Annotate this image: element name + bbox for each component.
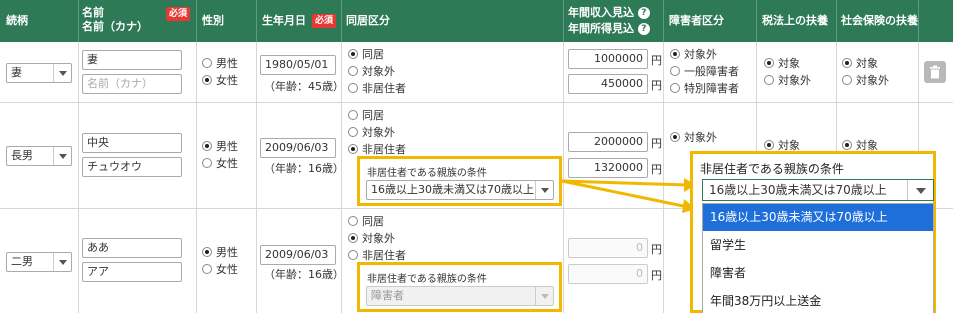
gender-female-radio[interactable]: 女性 [202,157,238,170]
condition-label: 非居住者である親族の条件 [367,168,487,179]
insurance-not-applicable-radio[interactable]: 対象外 [842,74,889,87]
condition-dropdown-popup: 非居住者である親族の条件 16歳以上30歳未満又は70歳以上 16歳以上30歳未… [690,151,936,313]
not-applicable-radio[interactable]: 対象外 [348,126,395,139]
age-text: （年齢：16歳） [264,268,344,281]
condition-select[interactable]: 16歳以上30歳未満又は70歳以上 [366,180,554,200]
earned-income-input[interactable]: 0 [568,264,648,284]
header-birthdate: 生年月日 [262,14,306,27]
name-input[interactable]: ああ [82,238,182,258]
condition-highlight: 非居住者である親族の条件 16歳以上30歳未満又は70歳以上 [357,156,562,206]
gender-male-radio[interactable]: 男性 [202,140,238,153]
annual-income-input[interactable]: 2000000 [568,132,648,152]
yen-unit: 円 [651,243,662,256]
not-applicable-radio[interactable]: 対象外 [348,65,395,78]
connector-arrows [561,178,696,213]
gender-female-radio[interactable]: 女性 [202,263,238,276]
popup-title: 非居住者である親族の条件 [700,162,844,176]
annual-income-input[interactable]: 1000000 [568,49,648,69]
birthdate-input[interactable]: 2009/06/03 [260,245,336,265]
trash-icon [930,65,940,79]
chevron-down-icon [907,180,933,200]
header-name-kana: 名前（カナ） [82,20,148,33]
nonresident-radio[interactable]: 非居住者 [348,82,406,95]
birthdate-input[interactable]: 2009/06/03 [260,138,336,158]
disability-special-radio[interactable]: 特別障害者 [670,82,739,95]
required-badge: 必須 [312,13,337,28]
name-input[interactable]: 中央 [82,133,182,153]
disability-general-radio[interactable]: 一般障害者 [670,65,739,78]
disability-none-radio[interactable]: 対象外 [670,131,717,144]
chevron-down-icon [53,253,71,271]
relation-select[interactable]: 二男 [6,252,72,272]
yen-unit: 円 [651,269,662,282]
disability-none-radio[interactable]: 対象外 [670,48,717,61]
question-icon[interactable]: ? [637,23,650,35]
gender-male-radio[interactable]: 男性 [202,57,238,70]
condition-highlight: 非居住者である親族の条件 障害者 [357,262,562,312]
condition-label: 非居住者である親族の条件 [367,274,487,285]
header-disability: 障害者区分 [669,14,724,27]
delete-button[interactable] [924,61,946,83]
nonresident-radio[interactable]: 非居住者 [348,143,406,156]
chevron-down-icon [535,287,553,305]
not-applicable-radio[interactable]: 対象外 [348,232,395,245]
relation-select[interactable]: 長男 [6,146,72,166]
relation-select[interactable]: 妻 [6,63,72,83]
name-input[interactable]: 妻 [82,50,182,70]
cohabit-radio[interactable]: 同居 [348,215,384,228]
dropdown-option[interactable]: 障害者 [703,260,933,287]
chevron-down-icon [53,64,71,82]
chevron-down-icon [535,181,553,199]
dropdown-options: 16歳以上30歳未満又は70歳以上 留学生 障害者 年間38万円以上送金 [702,203,934,313]
header-cohabitation: 同居区分 [346,14,390,27]
birthdate-input[interactable]: 1980/05/01 [260,55,336,75]
kana-input[interactable]: 名前（カナ） [82,74,182,94]
kana-input[interactable]: アア [82,262,182,282]
tax-applicable-radio[interactable]: 対象 [764,57,800,70]
header-insurance-dependent: 社会保険の扶養 [841,14,918,27]
table-header: 続柄 名前 名前（カナ） 必須 性別 生年月日 必須 同居区分 年間収入見込 ?… [0,0,953,42]
condition-select[interactable]: 障害者 [366,286,554,306]
cohabit-radio[interactable]: 同居 [348,109,384,122]
kana-input[interactable]: チュウオウ [82,157,182,177]
yen-unit: 円 [651,79,662,92]
earned-income-input[interactable]: 450000 [568,74,648,94]
tax-not-applicable-radio[interactable]: 対象外 [764,74,811,87]
popup-select[interactable]: 16歳以上30歳未満又は70歳以上 [702,179,934,201]
nonresident-radio[interactable]: 非居住者 [348,249,406,262]
yen-unit: 円 [651,54,662,67]
dropdown-option[interactable]: 16歳以上30歳未満又は70歳以上 [703,204,933,231]
yen-unit: 円 [651,137,662,150]
header-annual-income: 年間収入見込 ? [568,6,650,20]
dropdown-option[interactable]: 留学生 [703,232,933,259]
cohabit-radio[interactable]: 同居 [348,48,384,61]
gender-female-radio[interactable]: 女性 [202,74,238,87]
header-tax-dependent: 税法上の扶養 [762,14,828,27]
gender-male-radio[interactable]: 男性 [202,246,238,259]
age-text: （年齢：45歳） [264,80,344,93]
header-gender: 性別 [202,14,224,27]
header-earned-income: 年間所得見込 ? [568,22,650,36]
required-badge: 必須 [166,6,191,21]
insurance-applicable-radio[interactable]: 対象 [842,57,878,70]
header-relation: 続柄 [6,14,28,27]
header-name: 名前 [82,6,104,19]
annual-income-input[interactable]: 0 [568,238,648,258]
dropdown-option[interactable]: 年間38万円以上送金 [703,288,933,313]
question-icon[interactable]: ? [637,7,650,19]
chevron-down-icon [53,147,71,165]
age-text: （年齢：16歳） [264,162,344,175]
